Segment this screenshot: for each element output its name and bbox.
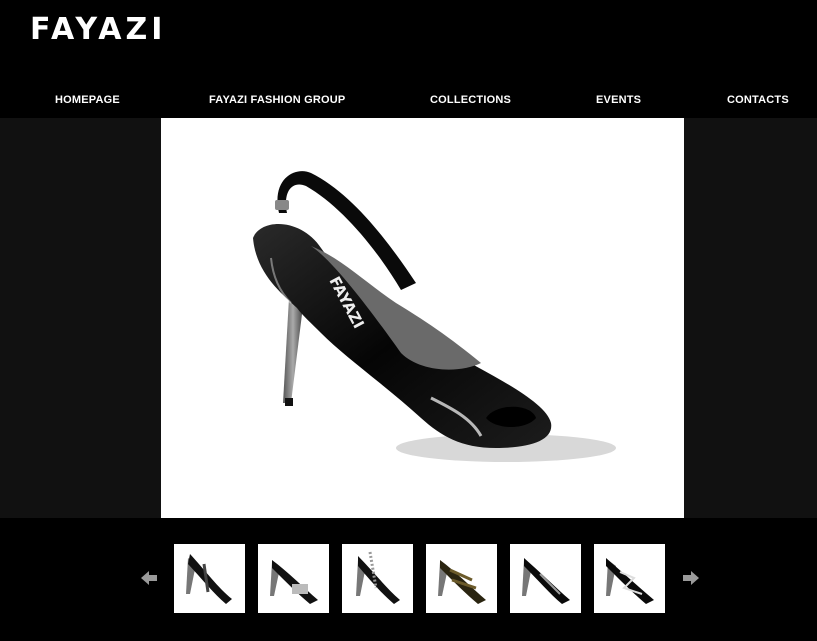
shoe-thumbnail-image [606,558,654,604]
thumbnail-3[interactable] [342,544,413,613]
thumbnail-gallery [0,518,817,641]
brand-logo[interactable]: FAYAZI [30,12,166,48]
main-stage: FAYAZI [0,118,817,518]
thumbnail-1[interactable] [174,544,245,613]
high-heel-shoe-image: FAYAZI [253,171,616,462]
shoe-thumbnail-image [186,554,232,604]
nav-fayazi-fashion-group[interactable]: FAYAZI FASHION GROUP [209,94,345,106]
left-arrow-icon[interactable] [139,568,159,588]
right-arrow-icon[interactable] [681,568,701,588]
thumbnail-6[interactable] [594,544,665,613]
nav-contacts[interactable]: CONTACTS [727,94,789,106]
thumbnail-5[interactable] [510,544,581,613]
site-header: FAYAZI HOMEPAGE FAYAZI FASHION GROUP COL… [0,0,817,118]
main-nav: HOMEPAGE FAYAZI FASHION GROUP COLLECTION… [0,94,817,112]
shoe-thumbnail-image [438,560,486,604]
thumbnail-4[interactable] [426,544,497,613]
shoe-thumbnail-image [522,558,570,604]
shoe-thumbnail-image [356,551,400,604]
main-product-image: FAYAZI [161,118,684,518]
nav-homepage[interactable]: HOMEPAGE [55,94,120,106]
shoe-thumbnail-image [270,560,318,604]
thumbnail-2[interactable] [258,544,329,613]
nav-events[interactable]: EVENTS [596,94,641,106]
nav-collections[interactable]: COLLECTIONS [430,94,511,106]
